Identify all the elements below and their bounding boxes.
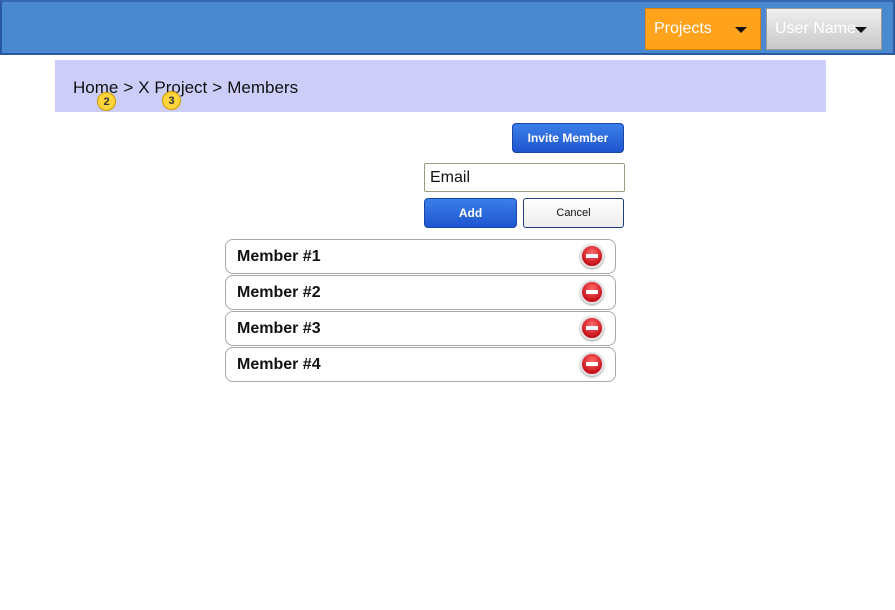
remove-member-icon[interactable] [580, 244, 604, 268]
remove-member-icon[interactable] [580, 316, 604, 340]
remove-member-icon[interactable] [580, 280, 604, 304]
user-name-label: User Name [775, 20, 856, 37]
email-field[interactable] [424, 163, 625, 192]
member-list: Member #1 Member #2 Member #3 Member #4 [225, 239, 616, 383]
member-name: Member #4 [237, 355, 321, 373]
list-item: Member #3 [225, 311, 616, 346]
member-name: Member #2 [237, 283, 321, 301]
annotation-marker: 3 [162, 91, 181, 110]
caret-down-icon [855, 27, 867, 33]
add-button[interactable]: Add [424, 198, 517, 228]
caret-down-icon [735, 27, 747, 33]
user-menu-dropdown[interactable]: User Name [766, 8, 882, 50]
member-name: Member #3 [237, 319, 321, 337]
list-item: Member #1 [225, 239, 616, 274]
breadcrumb-separator: > [123, 78, 134, 97]
annotation-marker: 2 [97, 92, 116, 111]
list-item: Member #2 [225, 275, 616, 310]
member-name: Member #1 [237, 247, 321, 265]
projects-dropdown[interactable]: Projects [645, 8, 761, 50]
remove-member-icon[interactable] [580, 352, 604, 376]
breadcrumb-current-page: Members [227, 78, 299, 97]
projects-dropdown-label: Projects [654, 20, 712, 37]
list-item: Member #4 [225, 347, 616, 382]
breadcrumb-separator: > [212, 78, 223, 97]
top-navigation-bar: Projects User Name [0, 0, 895, 55]
cancel-button[interactable]: Cancel [523, 198, 624, 228]
invite-member-button[interactable]: Invite Member [512, 123, 624, 153]
